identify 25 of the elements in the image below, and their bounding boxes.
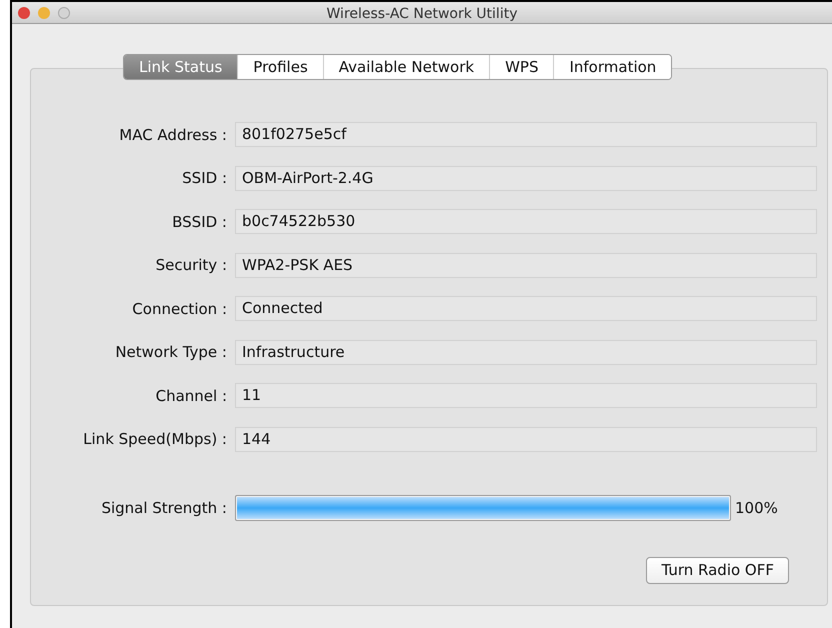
value-field: 144 [235,426,817,452]
value-field: Connected [235,296,817,322]
field-label: BSSID : [171,212,228,232]
value-field: 801f0275e5cf [235,122,817,148]
value-field: b0c74522b530 [235,209,817,234]
value-field: WPA2-PSK AES [235,252,817,278]
zoom-icon[interactable] [58,7,70,19]
field-label: MAC Address : [118,124,228,146]
value-field: 11 [235,383,817,408]
window-title: Wireless-AC Network Utility [326,5,518,24]
signal-reading: 100% [735,498,778,519]
field-label: SSID : [181,168,228,189]
signal-label: Signal Strength : [100,498,228,519]
field-label: Connection : [131,298,228,320]
field-label: Link Speed(Mbps) : [82,429,228,450]
tab[interactable]: Link Status [124,55,238,79]
field-label: Channel : [154,386,228,406]
value-field: OBM-AirPort-2.4G [235,166,817,191]
tab[interactable]: Information [553,55,672,79]
value-field: Infrastructure [235,340,817,365]
close-icon[interactable] [18,7,30,19]
field-label: Security : [154,255,228,276]
field-label: Network Type : [114,342,228,363]
turn-radio-off-button[interactable]: Turn Radio OFF [646,557,789,584]
minimize-icon[interactable] [38,7,50,19]
